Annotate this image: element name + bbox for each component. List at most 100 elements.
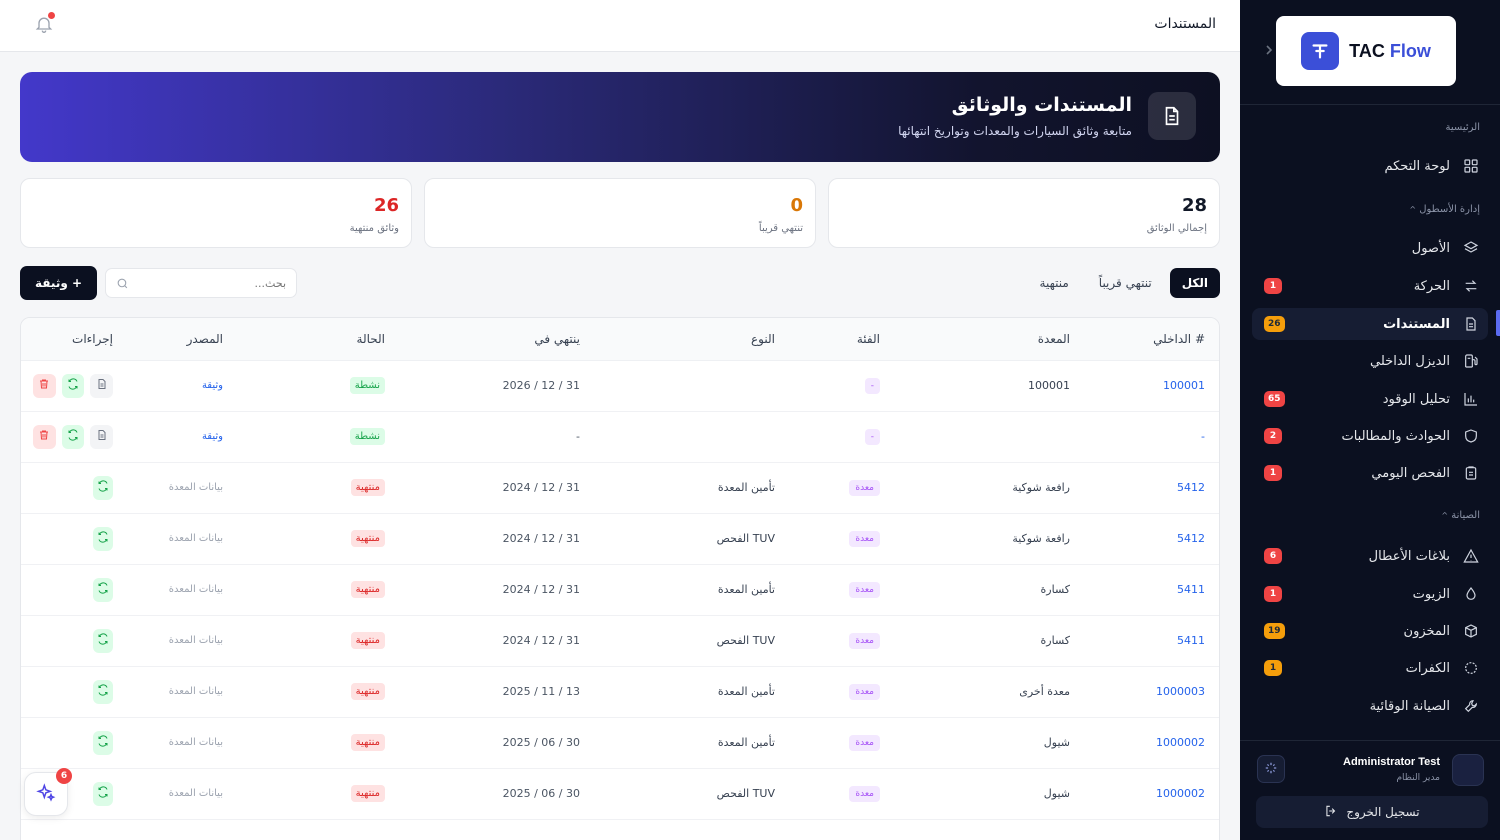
nav-badge: 26	[1264, 316, 1285, 332]
renew-button[interactable]	[93, 526, 113, 551]
nav-label: الكفرات	[1405, 660, 1450, 676]
active-indicator	[1496, 310, 1500, 336]
nav-documents[interactable]: المستندات 26	[1252, 308, 1488, 340]
source-link: بيانات المعدة	[127, 615, 237, 667]
renew-button[interactable]	[93, 475, 113, 500]
nav-fuel-analysis[interactable]: تحليل الوقود 65	[1252, 383, 1500, 415]
sparkle-button[interactable]	[1257, 755, 1285, 783]
col-internal-id[interactable]: # الداخلي	[1084, 318, 1219, 361]
source-link: بيانات المعدة	[127, 462, 237, 514]
logout-button[interactable]: تسجيل الخروج	[1256, 796, 1488, 828]
add-document-button[interactable]: + وثيقة	[20, 266, 97, 300]
nav-daily-check[interactable]: الفحص اليومي 1	[1252, 457, 1500, 489]
tab-expiring-soon[interactable]: تنتهي قريباً	[1087, 268, 1164, 298]
avatar[interactable]	[1452, 754, 1484, 786]
internal-id[interactable]: 100001	[1084, 360, 1219, 412]
renew-button[interactable]	[93, 577, 113, 602]
nav-inventory[interactable]: المخزون 19	[1252, 615, 1500, 647]
renew-button[interactable]	[93, 628, 113, 653]
actions-cell	[21, 615, 127, 667]
equipment-name: شيول	[894, 768, 1084, 820]
status-badge: منتهية	[350, 785, 385, 802]
delete-button[interactable]	[33, 424, 56, 449]
internal-id[interactable]: 1000003	[1084, 666, 1219, 718]
search-box	[105, 268, 297, 298]
document-icon	[96, 378, 108, 393]
view-document-button[interactable]	[90, 424, 114, 449]
tab-all[interactable]: الكل	[1169, 268, 1220, 298]
col-source[interactable]: المصدر	[127, 318, 237, 361]
col-category[interactable]: الفئة	[789, 318, 894, 361]
row-actions	[33, 373, 114, 398]
document-type	[594, 360, 789, 412]
refresh-icon	[97, 684, 109, 699]
col-actions: إجراءات	[21, 318, 127, 361]
nav-incidents[interactable]: الحوادث والمطالبات 2	[1252, 420, 1500, 452]
delete-button[interactable]	[33, 373, 56, 398]
status-badge: منتهية	[350, 632, 385, 649]
nav-label: بلاغات الأعطال	[1368, 548, 1450, 564]
internal-id[interactable]: 5412	[1084, 462, 1219, 514]
expiry-date: 30 / 06 / 2025	[399, 768, 594, 820]
nav-oils[interactable]: الزيوت 1	[1252, 578, 1500, 610]
table-row[interactable]: 1000002 شيول معدة تأمين المعدة 30 / 06 / 202…	[21, 717, 1219, 769]
table-row[interactable]: 5412 رافعة شوكية معدة TUV الفحص 31 / 12 / 20…	[21, 513, 1219, 565]
table-row[interactable]: 5411 كسارة معدة TUV الفحص 31 / 12 / 2024 منته…	[21, 615, 1219, 667]
category-chip: معدة	[849, 785, 880, 802]
renew-button[interactable]	[93, 781, 113, 806]
nav-label: الفحص اليومي	[1371, 465, 1450, 481]
status-badge: منتهية	[350, 479, 385, 496]
table-row[interactable]: - - - نشطة وثيقة	[21, 411, 1219, 463]
view-document-button[interactable]	[90, 373, 114, 398]
assistant-badge: 6	[56, 768, 72, 784]
nav-movement[interactable]: الحركة 1	[1252, 270, 1500, 302]
renew-button[interactable]	[61, 373, 85, 398]
user-divider	[1240, 740, 1500, 741]
stat-label: تنتهي قريباً	[758, 223, 803, 234]
nav-label: الزيوت	[1412, 586, 1450, 602]
internal-id[interactable]: 5412	[1084, 513, 1219, 565]
box-icon	[1462, 622, 1480, 640]
renew-button[interactable]	[93, 679, 113, 704]
nav-preventive[interactable]: الصيانة الوقائية	[1252, 690, 1500, 722]
col-type[interactable]: النوع	[594, 318, 789, 361]
document-icon	[96, 429, 108, 444]
status-cell: منتهية	[237, 717, 399, 769]
source-link: بيانات المعدة	[127, 513, 237, 565]
table-row[interactable]: 5412 رافعة شوكية معدة تأمين المعدة 31 / 12 /…	[21, 462, 1219, 514]
status-cell: منتهية	[237, 564, 399, 616]
internal-id[interactable]: 1000002	[1084, 768, 1219, 820]
status-cell: منتهية	[237, 615, 399, 667]
nav-dashboard[interactable]: لوحة التحكم	[1252, 150, 1500, 182]
internal-id[interactable]: 1000002	[1084, 717, 1219, 769]
source-link: بيانات المعدة	[127, 717, 237, 769]
app-logo[interactable]: TAC Flow	[1276, 16, 1456, 86]
internal-id[interactable]: -	[1084, 411, 1219, 463]
internal-id[interactable]: 5411	[1084, 564, 1219, 616]
nav-fault-reports[interactable]: بلاغات الأعطال 6	[1252, 540, 1500, 572]
col-status[interactable]: الحالة	[237, 318, 399, 361]
nav-badge: 6	[1264, 548, 1282, 564]
col-equipment[interactable]: المعدة	[894, 318, 1084, 361]
internal-id[interactable]: 5411	[1084, 615, 1219, 667]
table-row[interactable]: 100001 100001-31 / 12 / 2026 نشطة وثيقة	[21, 360, 1219, 412]
nav-assets[interactable]: الأصول	[1252, 232, 1500, 264]
table-row[interactable]: 5411 كسارة معدة تأمين المعدة 31 / 12 / 2024 م…	[21, 564, 1219, 616]
source-link[interactable]: وثيقة	[127, 360, 237, 412]
table-row[interactable]: 1000002 شيول معدة TUV الفحص 30 / 06 / 2025 من…	[21, 768, 1219, 820]
status-cell: نشطة	[237, 411, 399, 463]
equipment-name: معدة أخرى	[894, 666, 1084, 718]
nav-diesel[interactable]: الديزل الداخلي	[1252, 345, 1500, 377]
collapse-sidebar-icon[interactable]	[1264, 44, 1274, 60]
source-link[interactable]: وثيقة	[127, 411, 237, 463]
table-row[interactable]: 1000003 معدة أخرى معدة تأمين المعدة 13 / 11 …	[21, 666, 1219, 718]
nav-badge: 1	[1264, 465, 1282, 481]
status-cell: منتهية	[237, 513, 399, 565]
col-expires[interactable]: ينتهي في	[399, 318, 594, 361]
user-role: مدير النظام	[1396, 773, 1440, 783]
renew-button[interactable]	[93, 730, 113, 755]
tab-expired[interactable]: منتهية	[1028, 268, 1081, 298]
nav-tires[interactable]: الكفرات 1	[1252, 652, 1500, 684]
renew-button[interactable]	[61, 424, 85, 449]
search-input[interactable]	[129, 276, 286, 290]
